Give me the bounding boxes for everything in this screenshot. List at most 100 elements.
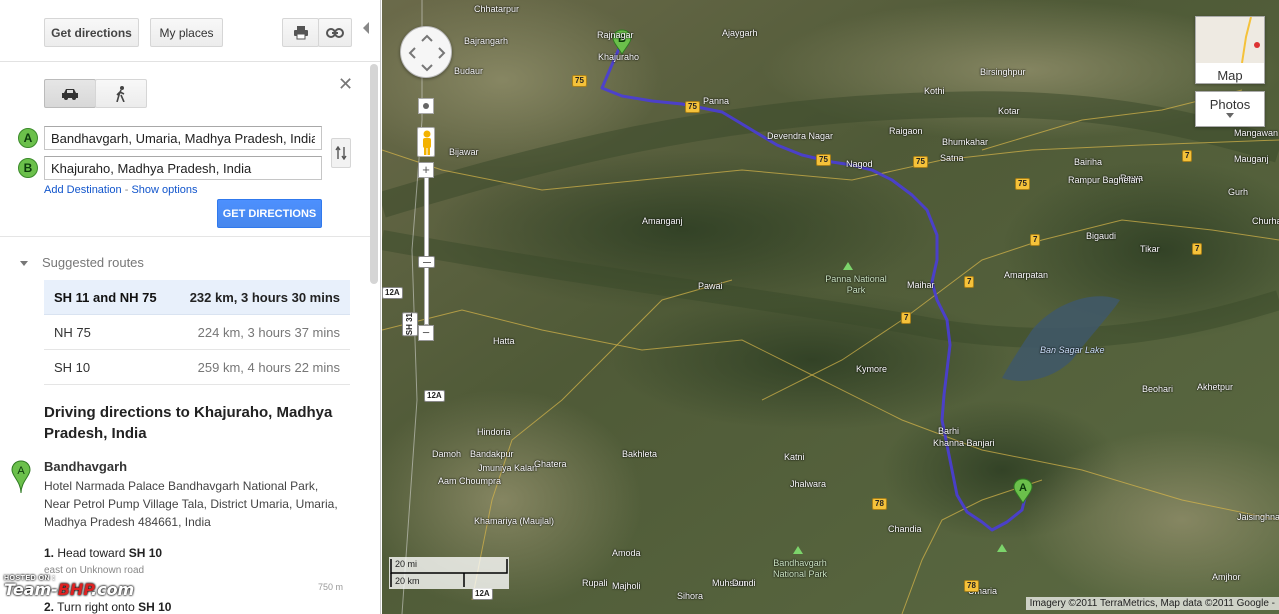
start-location-address: Hotel Narmada Palace Bandhavgarh Nationa… — [44, 479, 338, 529]
place-label: Beohari — [1142, 384, 1174, 394]
suggested-routes-heading: Suggested routes — [42, 255, 144, 270]
highway-shield: 75 — [913, 156, 928, 168]
park-label: Panna National Park — [825, 274, 887, 295]
add-destination-link[interactable]: Add Destination — [44, 184, 122, 196]
place-label: Devendra Nagar — [767, 131, 834, 141]
driving-directions-title: Driving directions to Khajuraho, Madhya … — [44, 404, 333, 442]
place-label: Panna — [703, 96, 730, 106]
place-label: Chhatarpur — [474, 4, 520, 14]
mode-walking-button[interactable] — [95, 79, 147, 108]
zoom-in-button[interactable]: + — [418, 162, 434, 178]
mode-driving-button[interactable] — [44, 79, 96, 108]
link-button[interactable] — [318, 18, 352, 47]
place-label: Bakhleta — [622, 449, 658, 459]
place-label: Churhat — [1252, 216, 1279, 226]
place-label: Khajuraho — [598, 52, 640, 62]
start-location-name[interactable]: Bandhavgarh — [44, 459, 127, 474]
route-option[interactable]: SH 11 and NH 75 232 km, 3 hours 30 mins — [44, 280, 350, 315]
place-label: Akhetpur — [1197, 382, 1234, 392]
link-icon — [326, 27, 344, 38]
route-detail: 232 km, 3 hours 30 mins — [189, 289, 340, 305]
place-label: Bandakpur — [470, 449, 514, 459]
panel-scrollbar[interactable] — [370, 64, 378, 284]
place-label: Majholi — [612, 581, 641, 591]
print-button[interactable] — [282, 18, 319, 47]
satellite-map[interactable]: B A Chhatarpur Bajrangarh Budaur Rajnagar Kh… — [382, 0, 1279, 614]
photos-button[interactable]: Photos — [1195, 91, 1265, 127]
car-icon — [62, 88, 78, 100]
zoom-slider-handle[interactable] — [418, 256, 435, 268]
place-label: Khanna Banjari — [933, 438, 995, 448]
my-places-button[interactable]: My places — [150, 18, 223, 47]
dot-icon — [423, 103, 429, 109]
watermark-brand-b: BHP — [57, 580, 91, 599]
place-label: Raigaon — [889, 126, 923, 136]
divider — [0, 236, 370, 237]
route-option[interactable]: SH 10 259 km, 4 hours 22 mins — [44, 350, 350, 385]
place-label: Khamariya (Maujlal) — [474, 516, 555, 526]
marker-a-letter: A — [1019, 482, 1027, 494]
place-label: Barhi — [938, 426, 960, 436]
destination-input[interactable] — [44, 156, 322, 180]
place-label: Rupali — [582, 578, 608, 588]
place-label: Hindoria — [477, 427, 511, 437]
place-label: Dundi — [732, 578, 756, 588]
step-road: SH 10 — [128, 546, 163, 560]
place-label: Ajaygarh — [722, 28, 758, 38]
highway-shield: 7 — [1182, 150, 1193, 162]
highway-shield: 12A — [472, 588, 493, 600]
collapse-panel-icon[interactable] — [363, 22, 369, 34]
get-directions-submit[interactable]: GET DIRECTIONS — [217, 199, 322, 228]
directions-panel: Get directions My places ✕ A B Add Desti… — [0, 0, 381, 614]
place-label: Nagod — [846, 159, 873, 169]
printer-icon — [293, 25, 308, 39]
photos-label: Photos — [1209, 97, 1251, 112]
origin-input[interactable] — [44, 126, 322, 150]
highway-shield: 78 — [964, 580, 979, 592]
highway-shield: SH 31 — [402, 312, 418, 337]
scale-km: 20 km — [395, 576, 420, 586]
zoom-out-button[interactable]: − — [418, 325, 434, 341]
place-label: Bairiha — [1074, 157, 1103, 167]
swap-waypoints-button[interactable] — [331, 138, 351, 168]
get-directions-button[interactable]: Get directions — [44, 18, 139, 47]
place-label: Sihora — [677, 591, 704, 601]
highway-shield: 75 — [816, 154, 831, 166]
highway-shield: 75 — [1015, 178, 1030, 190]
pegman-icon — [423, 130, 431, 155]
highway-shield: 12A — [424, 390, 445, 402]
reset-view-button[interactable] — [418, 98, 434, 114]
close-icon[interactable]: ✕ — [338, 74, 353, 95]
step-text: Turn right onto — [57, 600, 135, 614]
suggested-routes-toggle[interactable]: Suggested routes — [20, 255, 144, 270]
direction-step[interactable]: 1. Head toward SH 10 — [44, 546, 162, 560]
swap-arrows-icon — [335, 146, 347, 160]
place-label: Mangawan — [1234, 128, 1279, 138]
highway-shield: 7 — [1192, 243, 1203, 255]
route-detail: 259 km, 4 hours 22 mins — [197, 359, 340, 375]
place-label: Rajnagar — [597, 30, 634, 40]
park-label: Bandhavgarh National Park — [772, 558, 828, 579]
form-links: Add Destination - Show options — [44, 184, 198, 196]
street-view-pegman[interactable] — [417, 127, 435, 157]
toolbar: Get directions My places — [0, 0, 380, 62]
highway-shield: 78 — [872, 498, 887, 510]
show-options-link[interactable]: Show options — [131, 184, 197, 196]
place-label: Satna — [940, 153, 964, 163]
waypoint-a-row: A — [18, 126, 328, 150]
collapse-triangle-icon — [20, 261, 28, 267]
pan-control[interactable] — [400, 26, 452, 78]
route-name: SH 10 — [54, 359, 91, 375]
pan-arrows-icon — [408, 34, 446, 72]
route-name: SH 11 and NH 75 — [54, 289, 157, 305]
zoom-slider-track[interactable] — [424, 177, 429, 325]
place-label: Hatta — [493, 336, 515, 346]
direction-step[interactable]: 2. Turn right onto SH 10 — [44, 600, 171, 614]
route-option[interactable]: NH 75 224 km, 3 hours 37 mins — [44, 315, 350, 350]
place-label: Kothi — [924, 86, 945, 96]
chevron-down-icon — [1226, 113, 1234, 118]
place-label: Budaur — [454, 66, 484, 76]
place-label: Gurh — [1228, 187, 1249, 197]
place-label: Pawai — [698, 281, 723, 291]
map-type-button[interactable]: Map — [1195, 16, 1265, 84]
